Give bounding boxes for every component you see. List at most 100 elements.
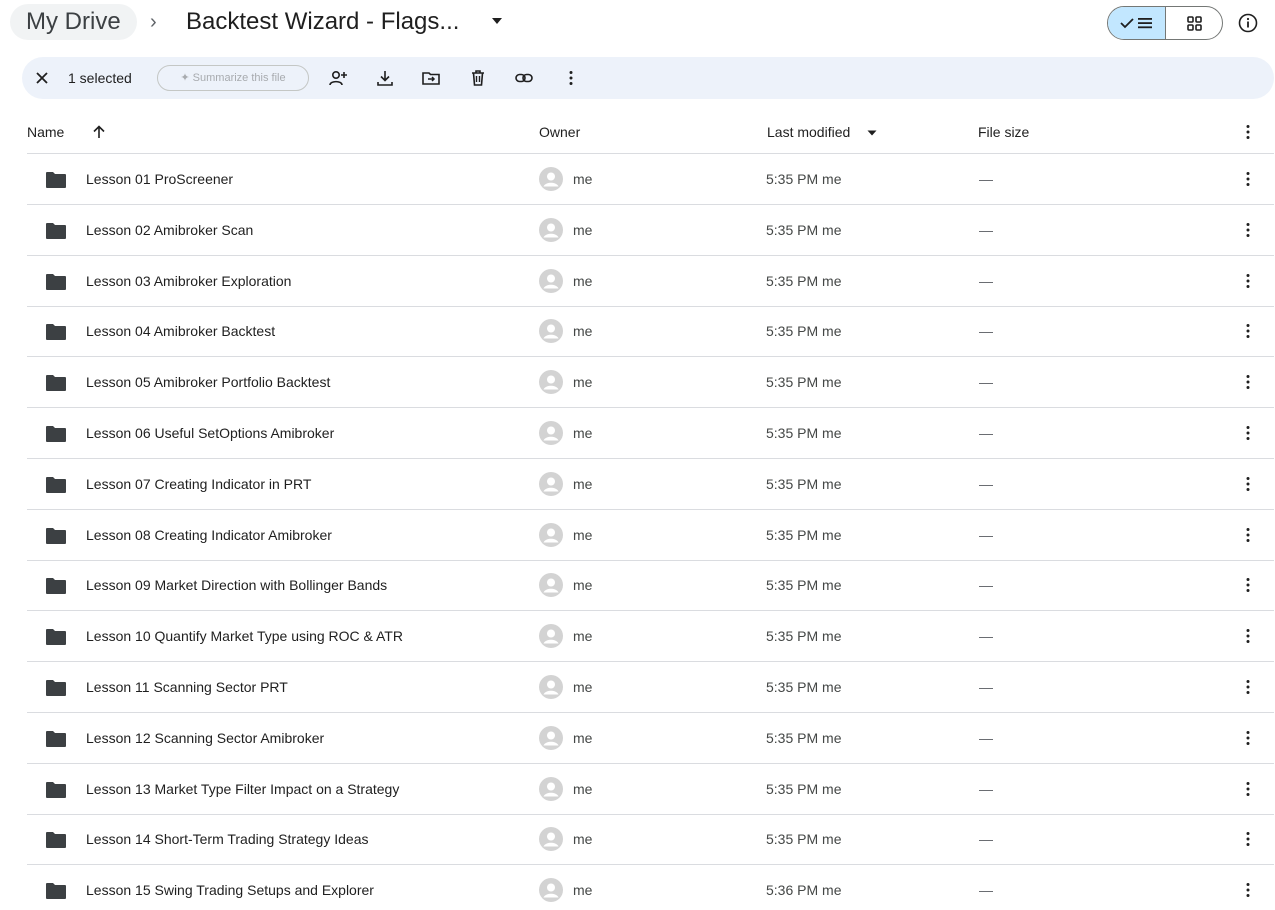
avatar-icon [539,522,563,547]
folder-icon [46,832,66,849]
check-list-icon [1120,18,1152,29]
folder-icon [46,578,66,595]
breadcrumb-my-drive[interactable]: My Drive [10,4,137,40]
table-row[interactable]: Lesson 07 Creating Indicator in PRT me 5:3… [27,459,1274,510]
table-row[interactable]: Lesson 13 Market Type Filter Impact on a… [27,764,1274,815]
file-name[interactable]: Lesson 06 Useful SetOptions Amibroker [86,408,334,458]
table-row[interactable]: Lesson 12 Scanning Sector Amibroker me 5:3… [27,713,1274,764]
owner-label: me [573,425,593,441]
chevron-down-icon[interactable] [490,14,504,28]
column-header-name[interactable]: Name [27,122,64,142]
close-icon[interactable] [32,68,52,88]
file-name[interactable]: Lesson 15 Swing Trading Setups and Explo… [86,865,374,910]
column-header-file-size[interactable]: File size [978,122,1029,142]
file-name[interactable]: Lesson 09 Market Direction with Bollinge… [86,560,387,610]
file-size: — [979,526,993,543]
owner-label: me [573,679,593,695]
more-vert-icon[interactable] [1238,880,1258,900]
avatar-icon [539,217,563,242]
move-to-folder-icon[interactable] [421,68,441,88]
more-vert-icon[interactable] [1238,829,1258,849]
download-icon[interactable] [375,68,395,88]
owner-label: me [573,729,593,746]
file-size: — [979,374,993,391]
more-vert-icon[interactable] [1238,779,1258,799]
file-name[interactable]: Lesson 11 Scanning Sector PRT [86,662,288,712]
sort-caret-down-icon[interactable] [866,127,878,139]
more-vert-icon[interactable] [1238,220,1258,240]
table-row[interactable]: Lesson 08 Creating Indicator Amibroker me… [27,510,1274,561]
more-vert-icon[interactable] [1238,423,1258,443]
file-name[interactable]: Lesson 04 Amibroker Backtest [86,306,275,356]
file-name[interactable]: Lesson 05 Amibroker Portfolio Backtest [86,357,330,407]
last-modified: 5:35 PM me [766,272,842,289]
table-row[interactable]: Lesson 03 Amibroker Exploration me 5:35 PM… [27,256,1274,307]
file-name[interactable]: Lesson 07 Creating Indicator in PRT [86,459,311,509]
file-name[interactable]: Lesson 12 Scanning Sector Amibroker [86,713,324,763]
file-size: — [979,679,993,695]
table-row[interactable]: Lesson 01 ProScreener me 5:35 PM me — [27,154,1274,205]
file-size: — [979,272,993,289]
folder-icon [46,883,66,900]
info-icon[interactable] [1236,11,1260,35]
table-row[interactable]: Lesson 04 Amibroker Backtest me 5:35 PM me… [27,306,1274,358]
header: My Drive › Backtest Wizard - Flags... [0,0,1275,46]
grid-view-button[interactable] [1166,7,1222,39]
more-vert-icon[interactable] [1238,677,1258,697]
file-size: — [979,628,993,645]
file-name[interactable]: Lesson 01 ProScreener [86,154,233,204]
selection-count: 1 selected [68,70,132,86]
more-vert-icon[interactable] [1238,728,1258,748]
table-row[interactable]: Lesson 10 Quantify Market Type using ROC… [27,611,1274,663]
table-row[interactable]: Lesson 06 Useful SetOptions Amibroker me 5… [27,408,1274,459]
more-vert-icon[interactable] [1238,372,1258,392]
file-size: — [979,577,993,594]
more-vert-icon[interactable] [1238,575,1258,595]
file-name[interactable]: Lesson 13 Market Type Filter Impact on a… [86,764,399,814]
more-vert-icon[interactable] [561,68,581,88]
summarize-label: Summarize this file [192,72,286,84]
more-vert-icon[interactable] [1238,525,1258,545]
summarize-button[interactable]: ✦ Summarize this file [157,65,309,91]
file-size: — [979,780,993,797]
more-vert-icon[interactable] [1238,321,1258,341]
list-view-button[interactable] [1108,7,1166,39]
column-header-owner[interactable]: Owner [539,122,580,142]
file-name[interactable]: Lesson 02 Amibroker Scan [86,205,253,255]
table-row[interactable]: Lesson 14 Short-Term Trading Strategy Id… [27,814,1274,866]
arrow-up-icon[interactable] [90,123,108,141]
folder-icon [46,680,66,696]
more-vert-icon[interactable] [1238,271,1258,291]
file-size: — [979,475,993,492]
file-name[interactable]: Lesson 10 Quantify Market Type using ROC… [86,611,403,661]
trash-icon[interactable] [468,68,488,88]
owner-label: me [573,221,593,238]
last-modified: 5:35 PM me [766,171,842,187]
table-row[interactable]: Lesson 02 Amibroker Scan me 5:35 PM me — [27,205,1274,256]
link-icon[interactable] [514,68,534,88]
more-vert-icon[interactable] [1238,626,1258,646]
table-row[interactable]: Lesson 09 Market Direction with Bollinge… [27,560,1274,612]
column-options-more-icon[interactable] [1238,122,1258,142]
folder-icon [46,172,66,188]
more-vert-icon[interactable] [1238,474,1258,494]
file-size: — [979,171,993,187]
column-header-last-modified[interactable]: Last modified [767,122,850,142]
more-vert-icon[interactable] [1238,169,1258,189]
owner-label: me [573,323,593,340]
file-size: — [979,323,993,340]
table-row[interactable]: Lesson 15 Swing Trading Setups and Explo… [27,865,1274,910]
avatar-icon [539,675,563,699]
table-row[interactable]: Lesson 11 Scanning Sector PRT me 5:35 PM m… [27,662,1274,713]
file-name[interactable]: Lesson 03 Amibroker Exploration [86,256,291,306]
table-row[interactable]: Lesson 05 Amibroker Portfolio Backtest me… [27,357,1274,409]
owner-label: me [573,780,593,797]
share-add-person-icon[interactable] [328,68,348,88]
folder-icon [46,476,66,493]
last-modified: 5:35 PM me [766,628,842,645]
file-name[interactable]: Lesson 14 Short-Term Trading Strategy Id… [86,814,368,864]
folder-icon [46,629,66,646]
folder-icon [46,222,66,239]
file-name[interactable]: Lesson 08 Creating Indicator Amibroker [86,510,332,560]
breadcrumb-current-folder[interactable]: Backtest Wizard - Flags... [186,4,459,40]
